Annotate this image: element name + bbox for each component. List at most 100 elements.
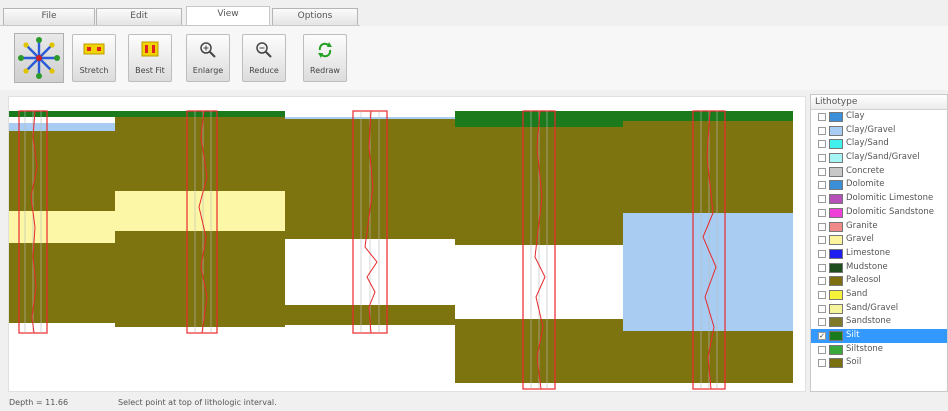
legend-swatch bbox=[829, 262, 843, 273]
legend-item[interactable]: Gravel bbox=[811, 233, 947, 247]
legend-label: Mudstone bbox=[846, 261, 888, 272]
legend-swatch bbox=[829, 221, 843, 232]
legend-label: Limestone bbox=[846, 247, 891, 258]
legend-swatch bbox=[829, 153, 843, 164]
legend-label: Concrete bbox=[846, 165, 885, 176]
legend-swatch bbox=[829, 235, 843, 246]
legend-swatch bbox=[829, 139, 843, 150]
legend-item[interactable]: ✓ Silt bbox=[811, 329, 947, 343]
legend-label: Clay/Gravel bbox=[846, 124, 896, 135]
legend-item[interactable]: Mudstone bbox=[811, 261, 947, 275]
tab-file[interactable]: File bbox=[3, 8, 95, 25]
legend-label: Clay/Sand/Gravel bbox=[846, 152, 920, 163]
legend-checkbox[interactable] bbox=[818, 318, 826, 327]
enlarge-label: Enlarge bbox=[192, 66, 224, 75]
legend-item[interactable]: Sandstone bbox=[811, 315, 947, 329]
legend-label: Sandstone bbox=[846, 316, 891, 327]
legend-checkbox[interactable] bbox=[818, 154, 826, 163]
enlarge-button[interactable]: Enlarge bbox=[186, 34, 230, 82]
legend-label: Granite bbox=[846, 220, 878, 231]
legend-item[interactable]: Sand bbox=[811, 288, 947, 302]
legend-checkbox[interactable] bbox=[818, 290, 826, 299]
silt-layer bbox=[623, 111, 793, 121]
legend-item[interactable]: Clay/Sand/Gravel bbox=[811, 151, 947, 165]
tab-options[interactable]: Options bbox=[272, 8, 358, 25]
legend-item[interactable]: Clay/Sand bbox=[811, 137, 947, 151]
legend-swatch bbox=[829, 303, 843, 314]
legend-item[interactable]: Clay bbox=[811, 110, 947, 124]
legend-checkbox[interactable] bbox=[818, 359, 826, 368]
legend-swatch bbox=[829, 358, 843, 369]
legend-item[interactable]: Siltstone bbox=[811, 343, 947, 357]
legend-checkbox[interactable] bbox=[818, 345, 826, 354]
legend-swatch bbox=[829, 276, 843, 287]
legend-label: Paleosol bbox=[846, 275, 881, 286]
legend-swatch bbox=[829, 112, 843, 122]
legend-item[interactable]: Soil bbox=[811, 356, 947, 370]
cross-section-drawing bbox=[9, 110, 793, 390]
legend-swatch bbox=[829, 317, 843, 328]
legend-label: Dolomitic Sandstone bbox=[846, 206, 934, 217]
compass-icon bbox=[18, 37, 60, 79]
legend-checkbox[interactable] bbox=[818, 277, 826, 286]
legend-label: Dolomitic Limestone bbox=[846, 193, 934, 204]
legend-checkbox[interactable] bbox=[818, 126, 826, 135]
depth-readout: Depth = 11.66 bbox=[9, 398, 69, 407]
refresh-icon bbox=[318, 42, 332, 58]
legend-label: Clay/Sand bbox=[846, 138, 889, 149]
legend-item[interactable]: Paleosol bbox=[811, 274, 947, 288]
best-fit-label: Best Fit bbox=[135, 66, 165, 75]
redraw-label: Redraw bbox=[310, 66, 340, 75]
cross-section-canvas[interactable] bbox=[8, 96, 806, 392]
legend-swatch bbox=[829, 194, 843, 205]
status-message: Select point at top of lithologic interv… bbox=[118, 398, 277, 407]
legend-swatch bbox=[829, 166, 843, 177]
legend-checkbox[interactable] bbox=[818, 195, 826, 204]
legend-item[interactable]: Limestone bbox=[811, 247, 947, 261]
silt-layer bbox=[115, 111, 285, 117]
ribbon-tab-bar: File Edit View Options bbox=[0, 0, 948, 26]
redraw-button[interactable]: Redraw bbox=[303, 34, 347, 82]
lithology-panels bbox=[9, 111, 793, 383]
legend-label: Clay bbox=[846, 111, 865, 121]
legend-item[interactable]: Sand/Gravel bbox=[811, 302, 947, 316]
legend-checkbox[interactable] bbox=[818, 263, 826, 272]
olive-layer bbox=[115, 231, 285, 327]
legend-checkbox[interactable] bbox=[818, 236, 826, 245]
legend-swatch bbox=[829, 125, 843, 136]
reduce-button[interactable]: Reduce bbox=[242, 34, 286, 82]
zoom-in-icon bbox=[200, 42, 216, 58]
legend-checkbox[interactable] bbox=[818, 181, 826, 190]
legend-swatch bbox=[829, 180, 843, 191]
legend-checkbox[interactable] bbox=[818, 222, 826, 231]
legend-list: Clay Clay/Gravel Clay/Sand Clay/Sand/Gravel… bbox=[811, 110, 947, 370]
legend-checkbox[interactable] bbox=[818, 304, 826, 313]
best-fit-icon bbox=[141, 41, 159, 57]
stretch-button[interactable]: Stretch bbox=[72, 34, 116, 82]
legend-item[interactable]: Clay/Gravel bbox=[811, 124, 947, 138]
legend-checkbox[interactable] bbox=[818, 167, 826, 176]
legend-checkbox[interactable]: ✓ bbox=[818, 332, 826, 340]
legend-swatch bbox=[829, 207, 843, 218]
pan-tool-button[interactable] bbox=[14, 33, 64, 83]
tab-edit[interactable]: Edit bbox=[96, 8, 182, 25]
tab-view[interactable]: View bbox=[186, 6, 270, 26]
legend-item[interactable]: Concrete bbox=[811, 165, 947, 179]
app-window: File Edit View Options Stretch Best Fit … bbox=[0, 0, 948, 411]
zoom-out-icon bbox=[256, 42, 272, 58]
legend-label: Siltstone bbox=[846, 343, 884, 354]
legend-label: Silt bbox=[846, 330, 860, 340]
legend-label: Sand/Gravel bbox=[846, 302, 899, 313]
legend-checkbox[interactable] bbox=[818, 208, 826, 217]
lithotype-legend: Lithotype Clay Clay/Gravel Clay/Sand Clay/S… bbox=[810, 94, 948, 392]
legend-checkbox[interactable] bbox=[818, 249, 826, 258]
status-bar: Depth = 11.66 Select point at top of lit… bbox=[0, 394, 948, 411]
legend-item[interactable]: Dolomitic Limestone bbox=[811, 192, 947, 206]
legend-checkbox[interactable] bbox=[818, 140, 826, 149]
legend-label: Soil bbox=[846, 357, 862, 368]
legend-item[interactable]: Granite bbox=[811, 220, 947, 234]
legend-checkbox[interactable] bbox=[818, 113, 826, 121]
legend-item[interactable]: Dolomitic Sandstone bbox=[811, 206, 947, 220]
legend-item[interactable]: Dolomite bbox=[811, 178, 947, 192]
best-fit-button[interactable]: Best Fit bbox=[128, 34, 172, 82]
